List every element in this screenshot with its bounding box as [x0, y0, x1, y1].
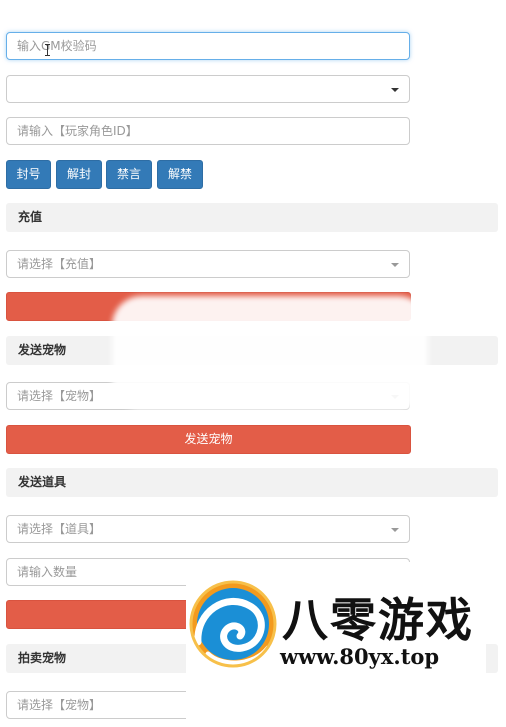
- recharge-select-placeholder: 请选择【充值】: [17, 257, 102, 271]
- pet-select-placeholder: 请选择【宠物】: [17, 389, 102, 403]
- unban-button[interactable]: 解封: [56, 160, 102, 189]
- recharge-section-title: 充值: [6, 203, 498, 232]
- server-select[interactable]: [6, 75, 410, 103]
- ban-button[interactable]: 封号: [6, 160, 51, 189]
- send-item-section-title: 发送道具: [6, 468, 498, 497]
- gm-panel: 输入GM校验码 请输入【玩家角色ID】 封号 解封 禁言 解禁 充值 请选择【充…: [0, 0, 506, 727]
- watermark-blur-patch: [112, 296, 428, 410]
- site-watermark-logo: 八零游戏 www.80yx.top: [186, 562, 486, 722]
- unmute-button[interactable]: 解禁: [157, 160, 203, 189]
- mute-button[interactable]: 禁言: [106, 160, 152, 189]
- watermark-url: www.80yx.top: [280, 644, 440, 669]
- gm-code-input[interactable]: 输入GM校验码: [6, 32, 410, 60]
- recharge-select[interactable]: 请选择【充值】: [6, 250, 410, 278]
- role-id-placeholder: 请输入【玩家角色ID】: [17, 124, 138, 138]
- send-pet-button[interactable]: 发送宠物: [6, 425, 411, 454]
- item-select[interactable]: 请选择【道具】: [6, 515, 410, 543]
- gm-code-placeholder: 输入GM校验码: [17, 39, 97, 53]
- auction-pet-select-placeholder: 请选择【宠物】: [17, 698, 102, 712]
- role-id-input[interactable]: 请输入【玩家角色ID】: [6, 117, 410, 145]
- swirl-logo-icon: [189, 580, 277, 668]
- text-cursor-icon: [45, 44, 50, 56]
- quantity-placeholder: 请输入数量: [17, 565, 78, 579]
- item-select-placeholder: 请选择【道具】: [17, 522, 102, 536]
- watermark-name: 八零游戏: [282, 593, 474, 647]
